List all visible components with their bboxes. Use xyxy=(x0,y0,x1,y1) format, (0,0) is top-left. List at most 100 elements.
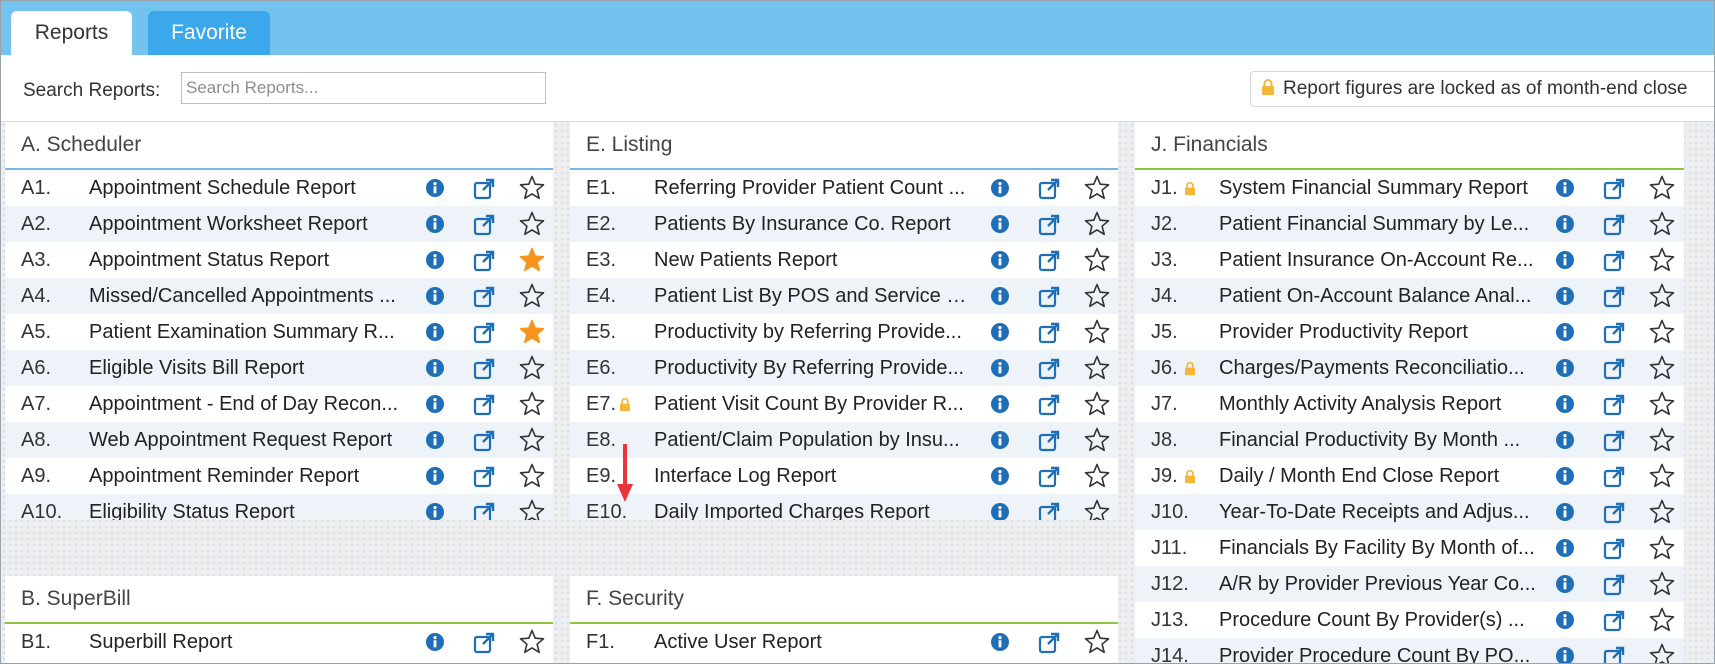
open-external-icon[interactable] xyxy=(1603,394,1625,416)
open-external-icon[interactable] xyxy=(473,632,495,654)
favorite-star-icon[interactable] xyxy=(1084,247,1110,273)
report-row[interactable]: A5. Patient Examination Summary R... xyxy=(5,314,553,350)
open-external-icon[interactable] xyxy=(473,358,495,380)
info-icon[interactable] xyxy=(991,251,1009,269)
report-row[interactable]: J6. Charges/Payments Reconciliatio... xyxy=(1135,350,1684,386)
favorite-star-icon[interactable] xyxy=(1084,427,1110,453)
favorite-star-icon[interactable] xyxy=(1084,175,1110,201)
favorite-star-icon[interactable] xyxy=(1084,629,1110,655)
favorite-star-icon[interactable] xyxy=(1649,391,1675,417)
report-name[interactable]: Financial Productivity By Month ... xyxy=(1219,422,1537,458)
info-icon[interactable] xyxy=(991,323,1009,341)
favorite-star-icon[interactable] xyxy=(1084,211,1110,237)
open-external-icon[interactable] xyxy=(1603,610,1625,632)
favorite-star-icon[interactable] xyxy=(519,463,545,489)
report-name[interactable]: Provider Procedure Count By PO... xyxy=(1219,638,1537,663)
favorite-star-icon[interactable] xyxy=(519,629,545,655)
report-row[interactable]: A2. Appointment Worksheet Report xyxy=(5,206,553,242)
report-row[interactable]: E8. Patient/Claim Population by Insu... xyxy=(570,422,1118,458)
favorite-star-icon[interactable] xyxy=(1084,355,1110,381)
info-icon[interactable] xyxy=(991,431,1009,449)
favorite-star-icon[interactable] xyxy=(1649,211,1675,237)
report-name[interactable]: Patient/Claim Population by Insu... xyxy=(654,422,972,458)
report-name[interactable]: Appointment Schedule Report xyxy=(89,170,407,206)
tab-favorite[interactable]: Favorite xyxy=(148,11,270,55)
favorite-star-icon[interactable] xyxy=(1649,427,1675,453)
open-external-icon[interactable] xyxy=(1603,502,1625,524)
info-icon[interactable] xyxy=(1556,539,1574,557)
report-row[interactable]: J12. A/R by Provider Previous Year Co... xyxy=(1135,566,1684,602)
favorite-star-icon[interactable] xyxy=(1084,319,1110,345)
report-row[interactable]: J10. Year-To-Date Receipts and Adjus... xyxy=(1135,494,1684,530)
info-icon[interactable] xyxy=(1556,251,1574,269)
report-name[interactable]: Web Appointment Request Report xyxy=(89,422,407,458)
favorite-star-icon[interactable] xyxy=(519,391,545,417)
open-external-icon[interactable] xyxy=(473,250,495,272)
report-row[interactable]: J3. Patient Insurance On-Account Re... xyxy=(1135,242,1684,278)
open-external-icon[interactable] xyxy=(1038,358,1060,380)
report-row[interactable]: J8. Financial Productivity By Month ... xyxy=(1135,422,1684,458)
favorite-star-icon[interactable] xyxy=(1649,463,1675,489)
info-icon[interactable] xyxy=(991,359,1009,377)
report-row[interactable]: E4. Patient List By POS and Service L... xyxy=(570,278,1118,314)
tab-reports[interactable]: Reports xyxy=(11,11,132,55)
report-row[interactable]: E5. Productivity by Referring Provide... xyxy=(570,314,1118,350)
report-row[interactable]: J14. Provider Procedure Count By PO... xyxy=(1135,638,1684,664)
report-row[interactable]: J1. System Financial Summary Report xyxy=(1135,170,1684,206)
open-external-icon[interactable] xyxy=(1603,214,1625,236)
favorite-star-icon[interactable] xyxy=(519,427,545,453)
open-external-icon[interactable] xyxy=(1038,466,1060,488)
info-icon[interactable] xyxy=(991,287,1009,305)
open-external-icon[interactable] xyxy=(1603,574,1625,596)
open-external-icon[interactable] xyxy=(1038,394,1060,416)
report-name[interactable]: Missed/Cancelled Appointments ... xyxy=(89,278,407,314)
info-icon[interactable] xyxy=(1556,323,1574,341)
favorite-star-icon[interactable] xyxy=(1649,283,1675,309)
favorite-star-icon[interactable] xyxy=(519,355,545,381)
report-row[interactable]: E3. New Patients Report xyxy=(570,242,1118,278)
report-row[interactable]: A9. Appointment Reminder Report xyxy=(5,458,553,494)
report-row[interactable]: A6. Eligible Visits Bill Report xyxy=(5,350,553,386)
report-row[interactable]: E2. Patients By Insurance Co. Report xyxy=(570,206,1118,242)
open-external-icon[interactable] xyxy=(1603,466,1625,488)
report-name[interactable]: Patient Insurance On-Account Re... xyxy=(1219,242,1537,278)
report-name[interactable]: Monthly Activity Analysis Report xyxy=(1219,386,1537,422)
report-name[interactable]: Patient Financial Summary by Le... xyxy=(1219,206,1537,242)
favorite-star-icon[interactable] xyxy=(1649,535,1675,561)
report-row[interactable]: A10. Eligibility Status Report xyxy=(5,494,553,520)
open-external-icon[interactable] xyxy=(473,286,495,308)
favorite-star-icon[interactable] xyxy=(519,175,545,201)
report-row[interactable]: E10. Daily Imported Charges Report xyxy=(570,494,1118,520)
favorite-star-icon[interactable] xyxy=(519,283,545,309)
open-external-icon[interactable] xyxy=(1603,250,1625,272)
report-row[interactable]: J7. Monthly Activity Analysis Report xyxy=(1135,386,1684,422)
info-icon[interactable] xyxy=(426,431,444,449)
info-icon[interactable] xyxy=(426,179,444,197)
open-external-icon[interactable] xyxy=(1038,632,1060,654)
info-icon[interactable] xyxy=(991,395,1009,413)
report-row[interactable]: J11. Financials By Facility By Month of..… xyxy=(1135,530,1684,566)
report-row[interactable]: E9. Interface Log Report xyxy=(570,458,1118,494)
report-row[interactable]: J9. Daily / Month End Close Report xyxy=(1135,458,1684,494)
info-icon[interactable] xyxy=(1556,215,1574,233)
favorite-star-icon[interactable] xyxy=(1649,175,1675,201)
report-name[interactable]: Financials By Facility By Month of... xyxy=(1219,530,1537,566)
open-external-icon[interactable] xyxy=(1038,214,1060,236)
favorite-star-icon[interactable] xyxy=(519,247,545,273)
open-external-icon[interactable] xyxy=(1603,646,1625,664)
favorite-star-icon[interactable] xyxy=(1649,319,1675,345)
report-name[interactable]: Appointment Status Report xyxy=(89,242,407,278)
open-external-icon[interactable] xyxy=(1603,538,1625,560)
report-name[interactable]: Daily / Month End Close Report xyxy=(1219,458,1537,494)
favorite-star-icon[interactable] xyxy=(1649,571,1675,597)
report-name[interactable]: Active User Report xyxy=(654,624,972,660)
report-name[interactable]: Patient Visit Count By Provider R... xyxy=(654,386,972,422)
report-name[interactable]: Provider Productivity Report xyxy=(1219,314,1537,350)
favorite-star-icon[interactable] xyxy=(1084,499,1110,520)
info-icon[interactable] xyxy=(1556,467,1574,485)
open-external-icon[interactable] xyxy=(1603,286,1625,308)
report-name[interactable]: New Patients Report xyxy=(654,242,972,278)
open-external-icon[interactable] xyxy=(1038,250,1060,272)
report-name[interactable]: Patient On-Account Balance Anal... xyxy=(1219,278,1537,314)
report-row[interactable]: E6. Productivity By Referring Provide... xyxy=(570,350,1118,386)
